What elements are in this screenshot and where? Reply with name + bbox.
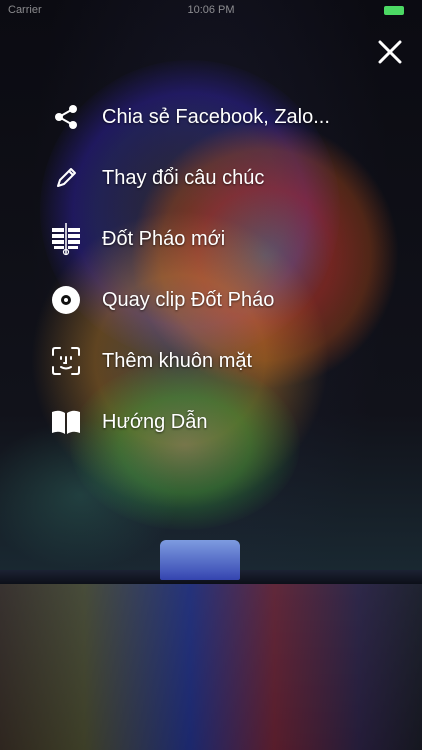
menu-item-change-greeting[interactable]: Thay đổi câu chúc (0, 153, 370, 203)
face-scan-icon (48, 345, 84, 377)
menu-item-label: Thay đổi câu chúc (102, 167, 265, 189)
status-bar: Carrier 10:06 PM (0, 0, 422, 22)
disc-icon (48, 284, 84, 316)
menu-item-guide[interactable]: Hướng Dẫn (0, 397, 370, 447)
status-time: 10:06 PM (187, 4, 235, 16)
menu-item-new-firecracker[interactable]: Đốt Pháo mới (0, 214, 370, 264)
book-icon (48, 406, 84, 438)
menu-item-label: Đốt Pháo mới (102, 228, 226, 250)
menu-item-record-clip[interactable]: Quay clip Đốt Pháo (0, 275, 370, 325)
close-button[interactable] (376, 38, 404, 66)
share-icon (48, 101, 84, 133)
menu-item-share[interactable]: Chia sẻ Facebook, Zalo... (0, 92, 370, 142)
menu-item-label: Hướng Dẫn (102, 411, 208, 433)
boat (160, 540, 240, 580)
menu-item-label: Thêm khuôn mặt (102, 350, 253, 372)
firecracker-icon (48, 223, 84, 256)
pencil-icon (48, 162, 84, 194)
close-icon (378, 40, 402, 64)
menu-item-add-face[interactable]: Thêm khuôn mặt (0, 336, 370, 386)
battery-icon (384, 6, 404, 15)
water-reflection (0, 584, 422, 750)
menu-item-label: Chia sẻ Facebook, Zalo... (102, 106, 330, 128)
menu-item-label: Quay clip Đốt Pháo (102, 289, 275, 311)
